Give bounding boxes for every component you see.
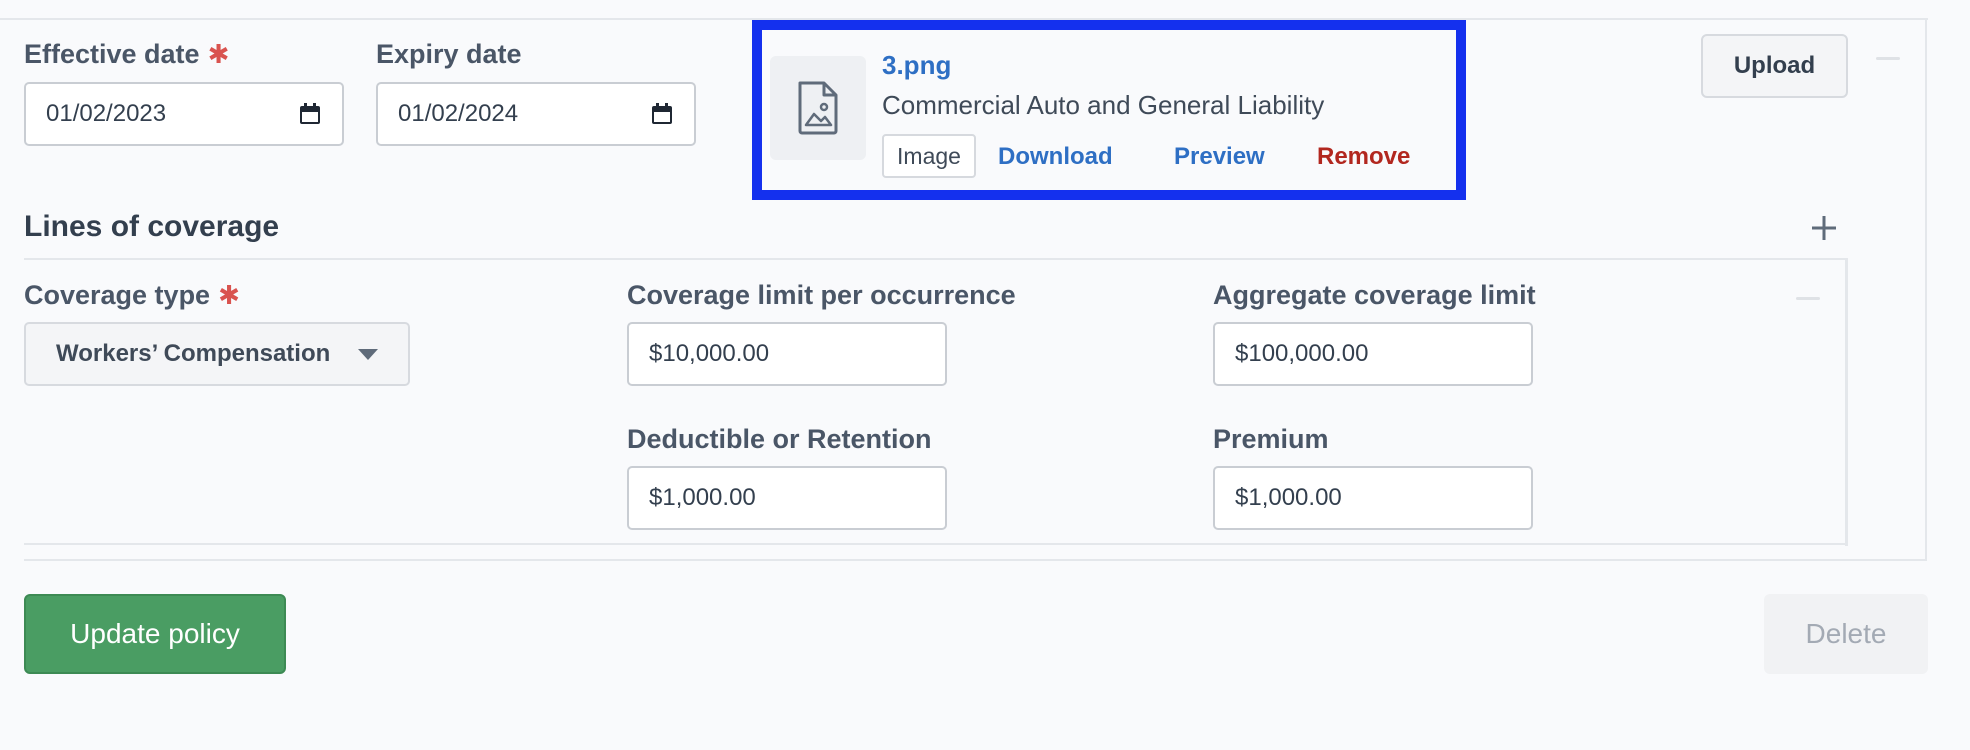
effective-date-field[interactable] xyxy=(24,82,344,146)
required-asterisk-icon: ✱ xyxy=(207,39,230,69)
coverage-type-select[interactable]: Workers’ Compensation xyxy=(24,322,410,386)
coverage-type-value: Workers’ Compensation xyxy=(56,340,331,367)
expiry-date-label: Expiry date xyxy=(376,39,522,69)
image-file-icon xyxy=(798,81,838,135)
deductible-input[interactable] xyxy=(629,468,945,528)
premium-input[interactable] xyxy=(1215,468,1531,528)
policy-panel-right-border xyxy=(1925,18,1927,561)
minus-icon[interactable] xyxy=(1796,297,1820,300)
calendar-icon[interactable] xyxy=(650,102,674,126)
upload-button[interactable]: Upload xyxy=(1701,34,1848,98)
aggregate-limit-input[interactable] xyxy=(1215,324,1531,384)
policy-panel-bottom-border xyxy=(24,559,1927,561)
effective-date-label: Effective date ✱ xyxy=(24,39,230,69)
premium-label: Premium xyxy=(1213,424,1329,454)
preview-link[interactable]: Preview xyxy=(1174,143,1265,171)
section-title-lines-of-coverage: Lines of coverage xyxy=(24,210,280,243)
coverage-type-label: Coverage type ✱ xyxy=(24,280,240,310)
expiry-date-input[interactable] xyxy=(378,84,650,144)
premium-field[interactable] xyxy=(1213,466,1533,530)
coverage-block-right-border xyxy=(1845,258,1848,546)
minus-icon[interactable] xyxy=(1876,57,1900,60)
file-description: Commercial Auto and General Liability xyxy=(882,90,1325,120)
aggregate-limit-label: Aggregate coverage limit xyxy=(1213,280,1536,310)
calendar-icon[interactable] xyxy=(298,102,322,126)
coverage-block-top-border xyxy=(24,258,1848,260)
limit-per-occurrence-label: Coverage limit per occurrence xyxy=(627,280,1016,310)
deductible-field[interactable] xyxy=(627,466,947,530)
effective-date-input[interactable] xyxy=(26,84,298,144)
limit-per-occurrence-input[interactable] xyxy=(629,324,945,384)
update-policy-button[interactable]: Update policy xyxy=(24,594,286,674)
attachment-card: 3.png Commercial Auto and General Liabil… xyxy=(752,20,1466,200)
required-asterisk-icon: ✱ xyxy=(218,280,240,310)
aggregate-limit-field[interactable] xyxy=(1213,322,1533,386)
download-link[interactable]: Download xyxy=(998,143,1113,171)
limit-per-occurrence-field[interactable] xyxy=(627,322,947,386)
file-name-link[interactable]: 3.png xyxy=(882,50,951,81)
coverage-block-bottom-border xyxy=(24,543,1848,545)
file-thumbnail[interactable] xyxy=(770,56,866,160)
caret-down-icon xyxy=(358,348,378,360)
expiry-date-field[interactable] xyxy=(376,82,696,146)
remove-link[interactable]: Remove xyxy=(1317,143,1410,171)
deductible-label: Deductible or Retention xyxy=(627,424,932,454)
delete-button[interactable]: Delete xyxy=(1764,594,1928,674)
file-type-badge: Image xyxy=(882,134,976,178)
plus-icon[interactable] xyxy=(1808,212,1840,244)
